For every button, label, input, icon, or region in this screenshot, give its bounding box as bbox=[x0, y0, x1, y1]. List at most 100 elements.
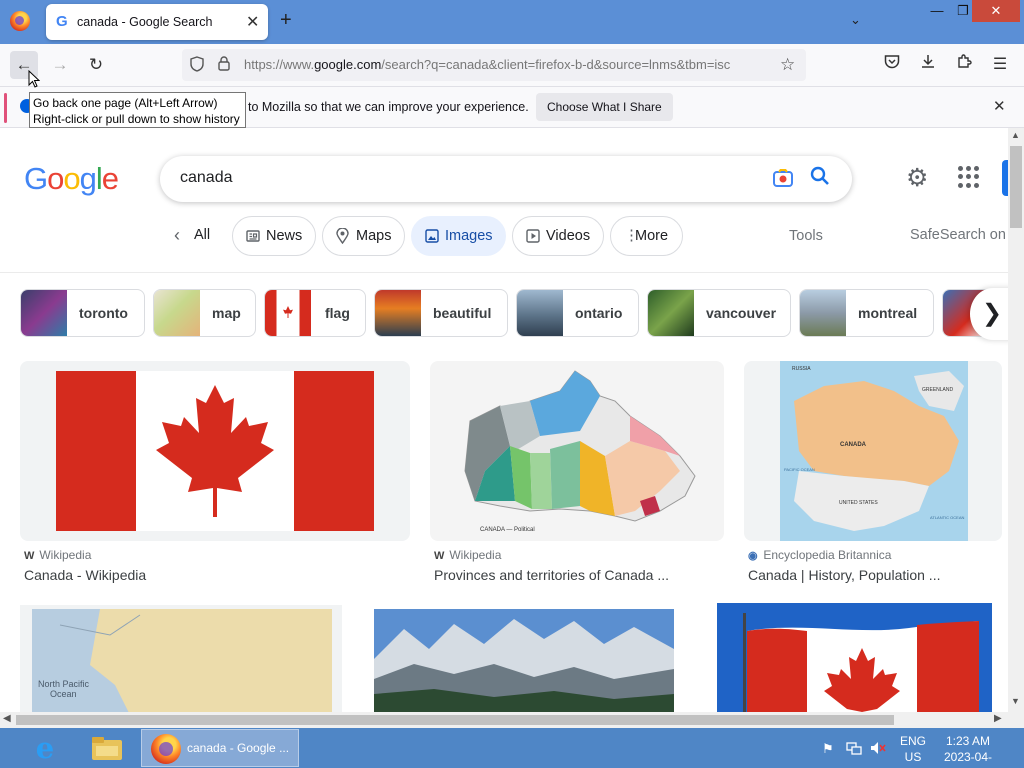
firefox-view-icon[interactable] bbox=[10, 11, 30, 31]
bookmark-star-icon[interactable]: ☆ bbox=[780, 55, 795, 75]
google-lens-camera-icon[interactable] bbox=[772, 167, 794, 189]
related-search-map[interactable]: map bbox=[153, 289, 256, 337]
extensions-puzzle-icon[interactable] bbox=[950, 51, 978, 79]
svg-text:CANADA — Political: CANADA — Political bbox=[480, 527, 535, 533]
search-box[interactable]: canada bbox=[160, 156, 852, 202]
related-thumbnail bbox=[265, 290, 311, 336]
new-tab-button[interactable]: + bbox=[280, 9, 292, 32]
result-title[interactable]: Canada | History, Population ... bbox=[748, 567, 940, 583]
row2-map-image: North Pacific Ocean bbox=[32, 609, 332, 712]
map-pin-icon bbox=[336, 217, 349, 259]
related-thumbnail bbox=[21, 290, 67, 336]
horizontal-scroll-thumb[interactable] bbox=[16, 715, 894, 725]
related-search-beautiful[interactable]: beautiful bbox=[374, 289, 508, 337]
url-text[interactable]: https://www.google.com/search?q=canada&c… bbox=[244, 57, 730, 72]
action-center-flag-icon[interactable]: ⚑ bbox=[822, 741, 834, 757]
provinces-map-image: CANADA — Political bbox=[464, 370, 696, 533]
map-label-atlantic: ATLANTIC OCEAN bbox=[930, 515, 964, 520]
scroll-left-arrow-icon[interactable]: ◀ bbox=[3, 713, 11, 724]
safesearch-toggle[interactable]: SafeSearch on bbox=[910, 227, 1006, 243]
related-search-montreal[interactable]: montreal bbox=[799, 289, 934, 337]
result-title[interactable]: Canada - Wikipedia bbox=[24, 567, 146, 583]
input-language-indicator[interactable]: ENG US bbox=[900, 733, 926, 765]
window-close-button[interactable]: ✕ bbox=[972, 0, 1020, 22]
vertical-scrollbar[interactable]: ▲ ▼ bbox=[1008, 128, 1024, 712]
reload-button[interactable]: ↻ bbox=[82, 51, 110, 79]
tab-title: canada - Google Search bbox=[77, 15, 213, 29]
forward-button[interactable]: → bbox=[46, 51, 74, 79]
wikipedia-icon: W bbox=[24, 550, 35, 562]
result-image-provinces-map[interactable]: CANADA — Political bbox=[430, 361, 724, 541]
related-thumbnail bbox=[648, 290, 694, 336]
navigation-toolbar: ← → ↻ https://www.google.com/search?q=ca… bbox=[0, 44, 1024, 86]
result-image-waving-flag[interactable] bbox=[717, 603, 992, 712]
related-thumbnail bbox=[154, 290, 200, 336]
tab-images[interactable]: Images bbox=[411, 216, 506, 256]
file-explorer-icon[interactable] bbox=[90, 734, 124, 762]
tab-news[interactable]: News bbox=[232, 216, 316, 256]
related-search-toronto[interactable]: toronto bbox=[20, 289, 145, 337]
network-icon[interactable] bbox=[846, 741, 862, 758]
notification-close-icon[interactable]: ✕ bbox=[993, 97, 1006, 115]
result-image-canada-flag[interactable] bbox=[20, 361, 410, 541]
result-title[interactable]: Provinces and territories of Canada ... bbox=[434, 567, 669, 583]
volume-muted-icon[interactable] bbox=[870, 741, 886, 758]
system-clock[interactable]: 1:23 AM 2023-04-26 bbox=[938, 733, 998, 768]
video-play-icon bbox=[526, 217, 540, 258]
result-source[interactable]: ◉ Encyclopedia Britannica bbox=[748, 548, 891, 562]
search-input[interactable]: canada bbox=[180, 169, 233, 187]
scroll-right-arrow-icon[interactable]: ▶ bbox=[994, 713, 1002, 724]
choose-what-i-share-button[interactable]: Choose What I Share bbox=[536, 93, 673, 121]
browser-tab-bar: G canada - Google Search ✕ + ⌄ — ❐ ✕ bbox=[0, 0, 1024, 44]
internet-explorer-icon[interactable]: e bbox=[28, 732, 62, 764]
related-search-flag[interactable]: flag bbox=[264, 289, 366, 337]
result-source[interactable]: W Wikipedia bbox=[24, 548, 91, 562]
vertical-scroll-thumb[interactable] bbox=[1010, 146, 1022, 228]
google-logo[interactable]: Google bbox=[24, 161, 119, 197]
tab-google-search[interactable]: G canada - Google Search ✕ bbox=[46, 4, 268, 40]
lock-icon[interactable] bbox=[218, 56, 230, 74]
pocket-icon[interactable] bbox=[878, 51, 906, 79]
related-search-vancouver[interactable]: vancouver bbox=[647, 289, 791, 337]
scroll-up-arrow-icon[interactable]: ▲ bbox=[1011, 130, 1020, 140]
horizontal-scrollbar[interactable]: ◀ ▶ bbox=[0, 712, 1008, 728]
tools-button[interactable]: Tools bbox=[789, 228, 823, 244]
screen: G canada - Google Search ✕ + ⌄ — ❐ ✕ ← →… bbox=[0, 0, 1024, 768]
result-image-row2-map[interactable]: North Pacific Ocean bbox=[20, 605, 342, 712]
canada-flag-image bbox=[56, 371, 374, 531]
waving-flag-image bbox=[717, 603, 992, 712]
search-icon[interactable] bbox=[810, 166, 830, 192]
result-image-britannica-map[interactable]: CANADA UNITED STATES GREENLAND RUSSIA PA… bbox=[744, 361, 1002, 541]
tab-videos[interactable]: Videos bbox=[512, 216, 604, 256]
result-source[interactable]: W Wikipedia bbox=[434, 548, 501, 562]
chevron-left-icon: ‹ bbox=[174, 225, 180, 245]
map-label-canada: CANADA bbox=[840, 442, 867, 448]
tab-close-icon[interactable]: ✕ bbox=[246, 12, 259, 32]
map-label-pacific: PACIFIC OCEAN bbox=[784, 467, 815, 472]
related-thumbnail bbox=[517, 290, 563, 336]
url-bar[interactable]: https://www.google.com/search?q=canada&c… bbox=[182, 49, 806, 81]
scroll-down-arrow-icon[interactable]: ▼ bbox=[1011, 696, 1020, 706]
scrollbar-corner bbox=[1008, 712, 1024, 728]
settings-gear-icon[interactable]: ⚙ bbox=[906, 163, 928, 193]
list-all-tabs-icon[interactable]: ⌄ bbox=[850, 12, 861, 28]
taskbar-firefox-window[interactable]: canada - Google ... bbox=[141, 729, 299, 767]
chevron-right-icon[interactable]: ❯ bbox=[970, 288, 1008, 340]
downloads-icon[interactable] bbox=[914, 51, 942, 79]
tab-more[interactable]: ⋮ More bbox=[610, 216, 683, 256]
hamburger-menu-icon[interactable]: ☰ bbox=[986, 51, 1014, 79]
related-search-ontario[interactable]: ontario bbox=[516, 289, 639, 337]
map-label-north-pacific: North Pacific bbox=[38, 679, 90, 689]
result-image-rockies[interactable] bbox=[374, 609, 674, 712]
tab-maps[interactable]: Maps bbox=[322, 216, 405, 256]
firefox-icon bbox=[151, 734, 181, 764]
related-thumbnail bbox=[375, 290, 421, 336]
britannica-icon: ◉ bbox=[748, 550, 758, 562]
related-thumbnail bbox=[800, 290, 846, 336]
news-icon bbox=[246, 217, 260, 258]
map-label-ocean: Ocean bbox=[50, 689, 77, 699]
google-apps-grid-icon[interactable] bbox=[958, 166, 980, 188]
tracking-protection-shield-icon[interactable] bbox=[190, 56, 204, 76]
wikipedia-icon: W bbox=[434, 550, 445, 562]
windows-taskbar: e canada - Google ... ⚑ ENG US 1:23 AM 2… bbox=[0, 728, 1024, 768]
